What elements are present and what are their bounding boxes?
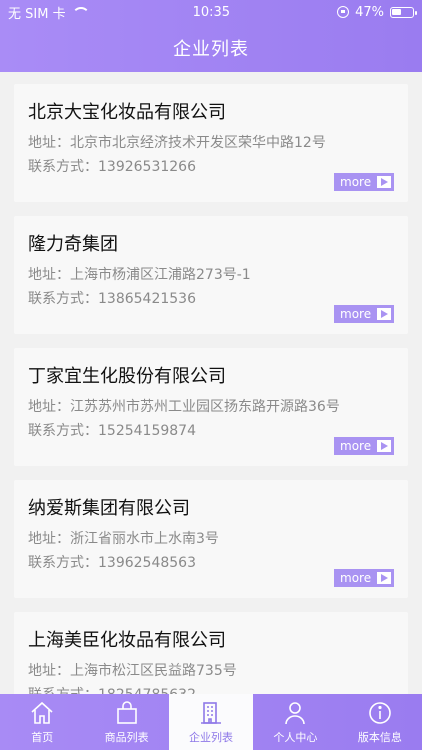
more-label: more (340, 439, 372, 453)
play-icon (377, 176, 391, 188)
play-icon (377, 572, 391, 584)
company-phone: 联系方式：13926531266 (28, 159, 196, 175)
company-address: 地址：上海市松江区民益路735号 (28, 663, 237, 679)
tab-label: 商品列表 (104, 730, 149, 744)
tab-label: 个人中心 (273, 730, 318, 744)
play-icon (377, 308, 391, 320)
company-name: 丁家宜生化股份有限公司 (28, 366, 226, 387)
tab-home[interactable]: 首页 (0, 694, 84, 750)
more-button[interactable]: more (334, 437, 394, 455)
company-name: 上海美臣化妆品有限公司 (28, 630, 226, 651)
top-bar: 无 SIM 卡 10:35 47% 企业列表 (0, 0, 422, 72)
company-phone: 联系方式：13865421536 (28, 291, 196, 307)
tab-products[interactable]: 商品列表 (84, 694, 168, 750)
clock: 10:35 (192, 4, 231, 20)
tab-label: 企业列表 (189, 730, 234, 744)
more-button[interactable]: more (334, 569, 394, 587)
more-label: more (340, 175, 372, 189)
battery-icon (389, 6, 417, 18)
company-phone: 联系方式：18254785632 (28, 684, 196, 694)
carrier-label: 无 SIM 卡 (8, 6, 66, 22)
company-name: 隆力奇集团 (28, 234, 118, 255)
company-phone: 联系方式：13962548563 (28, 555, 196, 571)
company-card[interactable]: 隆力奇集团 地址：上海市杨浦区江浦路273号-1 联系方式：1386542153… (14, 216, 408, 334)
shopping-bag-icon (116, 700, 137, 724)
company-card[interactable]: 丁家宜生化股份有限公司 地址：江苏苏州市苏州工业园区扬东路开源路36号 联系方式… (14, 348, 408, 466)
status-bar: 无 SIM 卡 10:35 47% (0, 0, 422, 24)
battery-percent: 47% (355, 4, 384, 20)
home-icon (31, 701, 53, 724)
tab-label: 首页 (31, 730, 54, 744)
company-address: 地址：上海市杨浦区江浦路273号-1 (28, 267, 251, 283)
company-card[interactable]: 上海美臣化妆品有限公司 地址：上海市松江区民益路735号 联系方式：182547… (14, 612, 408, 694)
tab-version[interactable]: 版本信息 (338, 694, 422, 750)
company-address: 地址：北京市北京经济技术开发区荣华中路12号 (28, 135, 326, 151)
building-icon (201, 701, 222, 724)
tab-companies[interactable]: 企业列表 (168, 694, 254, 750)
company-list[interactable]: 北京大宝化妆品有限公司 地址：北京市北京经济技术开发区荣华中路12号 联系方式：… (0, 72, 422, 694)
company-phone: 联系方式：15254159874 (28, 423, 196, 439)
tab-bar: 首页 商品列表 企业列表 个人中心 版本信息 (0, 694, 422, 750)
more-label: more (340, 307, 372, 321)
company-name: 纳爱斯集团有限公司 (28, 498, 190, 519)
play-icon (377, 440, 391, 452)
company-card[interactable]: 纳爱斯集团有限公司 地址：浙江省丽水市上水南3号 联系方式：1396254856… (14, 480, 408, 598)
more-label: more (340, 571, 372, 585)
tab-profile[interactable]: 个人中心 (253, 694, 337, 750)
rotation-lock-icon (337, 6, 350, 18)
company-name: 北京大宝化妆品有限公司 (28, 102, 226, 123)
more-button[interactable]: more (334, 173, 394, 191)
user-icon (285, 701, 306, 724)
company-address: 地址：浙江省丽水市上水南3号 (28, 531, 219, 547)
company-card[interactable]: 北京大宝化妆品有限公司 地址：北京市北京经济技术开发区荣华中路12号 联系方式：… (14, 84, 408, 202)
wifi-icon (71, 7, 90, 17)
more-button[interactable]: more (334, 305, 394, 323)
tab-label: 版本信息 (357, 730, 402, 744)
page-title: 企业列表 (173, 39, 249, 60)
info-icon (369, 701, 391, 724)
company-address: 地址：江苏苏州市苏州工业园区扬东路开源路36号 (28, 399, 340, 415)
